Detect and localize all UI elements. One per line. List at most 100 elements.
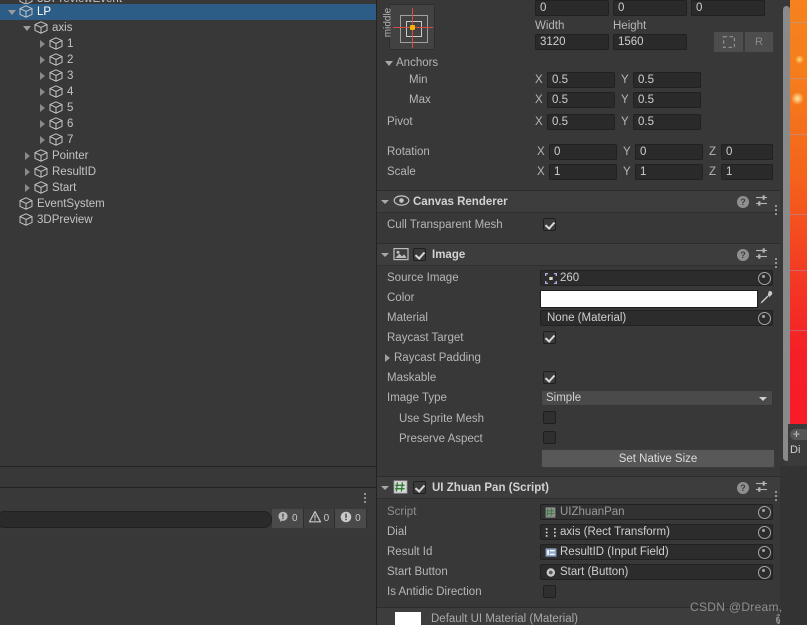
- image-type-dropdown[interactable]: Simple: [541, 390, 773, 406]
- script-component-header[interactable]: UI Zhuan Pan (Script) ?: [377, 476, 781, 501]
- dial-label: Dial: [387, 526, 407, 538]
- chevron-right-icon[interactable]: [36, 68, 49, 84]
- use-sprite-mesh-checkbox[interactable]: [543, 411, 556, 424]
- preset-icon[interactable]: [755, 480, 768, 496]
- anchors-foldout[interactable]: Anchors: [383, 55, 438, 71]
- rect-width-field[interactable]: 3120: [535, 34, 609, 50]
- hierarchy-item-1[interactable]: 1: [0, 36, 376, 52]
- chevron-right-icon[interactable]: [21, 164, 34, 180]
- raw-edit-mode-button[interactable]: R: [744, 31, 774, 53]
- anchor-max-x-field[interactable]: 0.5: [547, 92, 615, 108]
- chevron-right-icon[interactable]: [36, 132, 49, 148]
- pivot-x-field[interactable]: 0.5: [547, 114, 615, 130]
- help-icon[interactable]: ?: [737, 195, 749, 208]
- hierarchy-item-eventsystem[interactable]: EventSystem: [0, 196, 376, 212]
- rotation-x-field[interactable]: 0: [549, 144, 617, 160]
- display-dropdown-bar[interactable]: ✛ Di: [788, 424, 807, 466]
- object-picker-button[interactable]: [757, 271, 772, 285]
- bottom-right-filler: [780, 466, 807, 625]
- raycast-padding-foldout[interactable]: Raycast Padding: [381, 350, 481, 366]
- help-icon[interactable]: ?: [737, 481, 749, 494]
- console-panel[interactable]: 0 0 0: [0, 487, 376, 537]
- chevron-right-icon[interactable]: [36, 36, 49, 52]
- source-image-field[interactable]: 260: [540, 270, 773, 286]
- chevron-right-icon[interactable]: [36, 84, 49, 100]
- console-error-count[interactable]: 0: [335, 509, 367, 528]
- canvas-renderer-header[interactable]: Canvas Renderer ?: [377, 190, 781, 215]
- scale-x-field[interactable]: 1: [549, 164, 617, 180]
- rotation-z-field[interactable]: 0: [721, 144, 773, 160]
- console-options-button[interactable]: [358, 490, 372, 504]
- dial-field[interactable]: axis (Rect Transform): [540, 524, 773, 540]
- start-button-field[interactable]: Start (Button): [540, 564, 773, 580]
- hierarchy-item-3dpreview[interactable]: 3DPreview: [0, 212, 376, 228]
- rotation-y-field[interactable]: 0: [635, 144, 703, 160]
- image-enabled-checkbox[interactable]: [413, 248, 426, 261]
- scale-z-field[interactable]: 1: [721, 164, 773, 180]
- set-native-size-button[interactable]: Set Native Size: [541, 449, 775, 468]
- chevron-down-icon[interactable]: [377, 191, 393, 212]
- inspector-vertical-scrollbar[interactable]: [783, 6, 790, 461]
- maskable-checkbox[interactable]: [543, 371, 556, 384]
- chevron-down-icon[interactable]: [6, 4, 19, 20]
- hierarchy-item-2[interactable]: 2: [0, 52, 376, 68]
- object-picker-button[interactable]: [757, 525, 772, 539]
- hierarchy-item-start[interactable]: Start: [0, 180, 376, 196]
- hierarchy-item-pointer[interactable]: Pointer: [0, 148, 376, 164]
- gameobject-cube-icon: [49, 133, 64, 147]
- chevron-down-icon[interactable]: [377, 244, 393, 265]
- material-field[interactable]: None (Material): [540, 310, 773, 326]
- hierarchy-item-resultid[interactable]: ResultID: [0, 164, 376, 180]
- result-id-field[interactable]: ResultID (Input Field): [540, 544, 773, 560]
- hierarchy-item-4[interactable]: 4: [0, 84, 376, 100]
- object-picker-button[interactable]: [757, 545, 772, 559]
- console-search-input[interactable]: [0, 511, 272, 528]
- use-sprite-mesh-label: Use Sprite Mesh: [399, 413, 485, 425]
- pivot-y-field[interactable]: 0.5: [633, 114, 701, 130]
- rect-extra-b-field[interactable]: 0: [691, 0, 765, 16]
- hierarchy-item-3[interactable]: 3: [0, 68, 376, 84]
- rect-extra-a-field[interactable]: 0: [613, 0, 687, 16]
- anchor-max-y-field[interactable]: 0.5: [633, 92, 701, 108]
- chevron-right-icon[interactable]: [21, 180, 34, 196]
- preset-icon[interactable]: [755, 194, 768, 210]
- object-picker-button[interactable]: [757, 505, 772, 519]
- scene-toolbar-pill[interactable]: ✛: [790, 429, 807, 440]
- chevron-right-icon[interactable]: [36, 52, 49, 68]
- inspector-panel[interactable]: middle 0 0 0 Width Height 3120 1560 R An…: [376, 0, 781, 625]
- rect-posz-field[interactable]: 0: [535, 0, 609, 16]
- is-antidic-direction-checkbox[interactable]: [543, 585, 556, 598]
- cull-transparent-mesh-checkbox[interactable]: [543, 218, 556, 231]
- hierarchy-item-axis[interactable]: axis: [0, 20, 376, 36]
- hierarchy-item-6[interactable]: 6: [0, 116, 376, 132]
- preset-icon[interactable]: [755, 247, 768, 263]
- anchor-min-y-field[interactable]: 0.5: [633, 72, 701, 88]
- blueprint-mode-button[interactable]: [713, 31, 744, 53]
- chevron-right-icon[interactable]: [21, 148, 34, 164]
- scene-view-render[interactable]: [790, 0, 807, 443]
- rect-height-field[interactable]: 1560: [613, 34, 687, 50]
- console-log-count[interactable]: 0: [272, 509, 304, 528]
- raycast-target-checkbox[interactable]: [543, 331, 556, 344]
- color-swatch[interactable]: [540, 290, 758, 308]
- object-picker-button[interactable]: [757, 565, 772, 579]
- hierarchy-item-lp[interactable]: LP: [0, 4, 376, 20]
- console-warning-count[interactable]: 0: [303, 509, 336, 528]
- anchor-preset-button[interactable]: [389, 4, 435, 50]
- scale-y-field[interactable]: 1: [635, 164, 703, 180]
- chevron-right-icon[interactable]: [36, 100, 49, 116]
- chevron-right-icon[interactable]: [36, 116, 49, 132]
- hierarchy-item-7[interactable]: 7: [0, 132, 376, 148]
- chevron-down-icon[interactable]: [21, 20, 34, 36]
- help-icon[interactable]: ?: [737, 248, 749, 261]
- eyedropper-button[interactable]: [758, 290, 773, 306]
- hierarchy-item-5[interactable]: 5: [0, 100, 376, 116]
- hierarchy-panel[interactable]: 3DPreviewEventLPaxis1234567PointerResult…: [0, 0, 376, 466]
- plus-icon: ✛: [793, 429, 800, 439]
- anchor-min-x-field[interactable]: 0.5: [547, 72, 615, 88]
- script-enabled-checkbox[interactable]: [413, 481, 426, 494]
- image-component-header[interactable]: Image ?: [377, 243, 781, 268]
- chevron-down-icon[interactable]: [377, 477, 393, 498]
- object-picker-button[interactable]: [757, 311, 772, 325]
- preserve-aspect-checkbox[interactable]: [543, 431, 556, 444]
